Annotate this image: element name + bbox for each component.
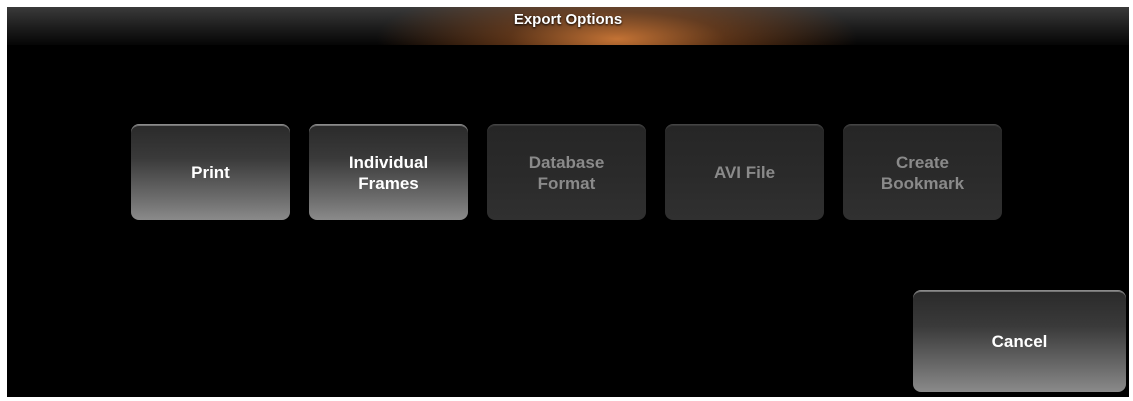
- database-format-button[interactable]: Database Format: [487, 124, 646, 220]
- individual-frames-button[interactable]: Individual Frames: [309, 124, 468, 220]
- dialog-titlebar: Export Options: [7, 7, 1129, 45]
- create-bookmark-button[interactable]: Create Bookmark: [843, 124, 1002, 220]
- dialog-title: Export Options: [513, 11, 623, 28]
- export-options-dialog: Export Options Print Individual Frames D…: [7, 7, 1129, 397]
- avi-file-button[interactable]: AVI File: [665, 124, 824, 220]
- print-button[interactable]: Print: [131, 124, 290, 220]
- cancel-button[interactable]: Cancel: [913, 290, 1126, 392]
